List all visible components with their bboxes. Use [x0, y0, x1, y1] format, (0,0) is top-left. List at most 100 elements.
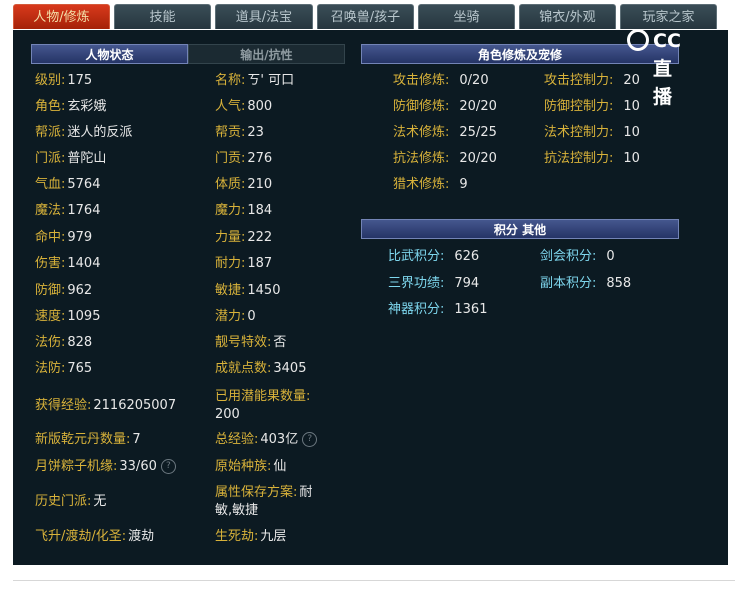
- points-pvp: 比武积分: 626: [388, 248, 479, 266]
- logo-text: CC直播: [653, 30, 681, 108]
- label: 神器积分:: [388, 302, 445, 317]
- value: 耐: [299, 485, 313, 500]
- value: 794: [454, 276, 480, 291]
- stat-school: 门派: 普陀山: [35, 150, 106, 168]
- stat-vanity-effect: 靓号特效: 否: [215, 334, 286, 352]
- value: 33/60: [119, 459, 157, 474]
- cultivation-magic-resist: 抗法修炼: 20/20: [393, 150, 497, 168]
- value: 1361: [454, 302, 488, 317]
- label: 帮贡:: [215, 125, 246, 140]
- label: 攻击修炼:: [393, 73, 450, 88]
- stat-attribute-scheme: 属性保存方案: 耐: [215, 484, 312, 502]
- tab-summons-children[interactable]: 召唤兽/孩子: [317, 4, 414, 29]
- value: 276: [247, 151, 273, 166]
- tab-character-cultivation[interactable]: 人物/修炼: [13, 4, 110, 29]
- label: 人气:: [215, 99, 246, 114]
- points-sword-meet: 剑会积分: 0: [540, 248, 615, 266]
- cultivation-magic: 法术修炼: 25/25: [393, 124, 497, 142]
- label: 成就点数:: [215, 361, 272, 376]
- value: 迷人的反派: [67, 125, 133, 140]
- cultivation-defense: 防御修炼: 20/20: [393, 98, 497, 116]
- header-character-status[interactable]: 人物状态: [31, 44, 188, 64]
- points-dungeon: 副本积分: 858: [540, 275, 631, 293]
- points-merit: 三界功绩: 794: [388, 275, 479, 293]
- tab-skills[interactable]: 技能: [114, 4, 211, 29]
- stat-popularity: 人气: 800: [215, 98, 272, 116]
- label: 耐力:: [215, 256, 246, 271]
- stat-potential-fruit: 已用潜能果数量:: [215, 388, 310, 406]
- label: 法术控制力:: [544, 125, 614, 140]
- label: 法术修炼:: [393, 125, 450, 140]
- value: 222: [247, 230, 273, 245]
- label: 抗法控制力:: [544, 151, 614, 166]
- cultivation-attack: 攻击修炼: 0/20: [393, 72, 489, 90]
- stat-level: 级别: 175: [35, 72, 92, 90]
- control-magic-resist: 抗法控制力: 10: [544, 150, 640, 168]
- label: 名称:: [215, 73, 246, 88]
- value: 无: [93, 494, 107, 509]
- label: 靓号特效:: [215, 335, 272, 350]
- label: 防御控制力:: [544, 99, 614, 114]
- label: 潜力:: [215, 309, 246, 324]
- stat-potential: 潜力: 0: [215, 308, 256, 326]
- control-defense: 防御控制力: 10: [544, 98, 640, 116]
- label: 帮派:: [35, 125, 66, 140]
- stat-damage: 伤害: 1404: [35, 255, 100, 273]
- label: 飞升/渡劫/化圣:: [35, 529, 127, 544]
- value: 20/20: [459, 151, 497, 166]
- stat-endurance: 耐力: 187: [215, 255, 272, 273]
- tab-items-treasures[interactable]: 道具/法宝: [215, 4, 313, 29]
- stat-school-contribution: 门贡: 276: [215, 150, 272, 168]
- value: 765: [67, 361, 93, 376]
- label: 防御:: [35, 283, 66, 298]
- value: 0/20: [459, 73, 489, 88]
- tab-mounts[interactable]: 坐骑: [418, 4, 515, 29]
- header-output-resistance[interactable]: 输出/抗性: [188, 44, 345, 64]
- help-icon[interactable]: ?: [160, 459, 176, 474]
- label: 法防:: [35, 361, 66, 376]
- label: 已用潜能果数量:: [215, 389, 311, 404]
- value: 626: [454, 249, 480, 264]
- tab-outfits-appearance[interactable]: 锦衣/外观: [519, 4, 616, 29]
- value: 敏,敏捷: [215, 503, 259, 518]
- label: 副本积分:: [540, 276, 597, 291]
- value: 1404: [67, 256, 101, 271]
- value: 210: [247, 177, 273, 192]
- value: 1450: [247, 283, 281, 298]
- label: 比武积分:: [388, 249, 445, 264]
- value: 184: [247, 203, 273, 218]
- label: 剑会积分:: [540, 249, 597, 264]
- stat-qianyuandan: 新版乾元丹数量: 7: [35, 431, 141, 449]
- label: 防御修炼:: [393, 99, 450, 114]
- value: 187: [247, 256, 273, 271]
- stat-constitution: 体质: 210: [215, 176, 272, 194]
- value: 9: [459, 177, 468, 192]
- label: 三界功绩:: [388, 276, 445, 291]
- label: 级别:: [35, 73, 66, 88]
- label: 命中:: [35, 230, 66, 245]
- value: 3405: [273, 361, 307, 376]
- value: 仙: [273, 459, 287, 474]
- stat-hit: 命中: 979: [35, 229, 92, 247]
- stat-agility: 敏捷: 1450: [215, 282, 280, 300]
- stat-achievement-points: 成就点数: 3405: [215, 360, 306, 378]
- header-points-other: 积分 其他: [361, 219, 679, 239]
- stat-defense: 防御: 962: [35, 282, 92, 300]
- value: 20/20: [459, 99, 497, 114]
- label: 抗法修炼:: [393, 151, 450, 166]
- help-icon[interactable]: ?: [302, 432, 318, 447]
- label: 体质:: [215, 177, 246, 192]
- value: 10: [623, 125, 640, 140]
- label: 魔力:: [215, 203, 246, 218]
- label: 法伤:: [35, 335, 66, 350]
- label: 原始种族:: [215, 459, 272, 474]
- value: 403亿: [260, 432, 299, 447]
- value: 1095: [67, 309, 101, 324]
- stat-guild-contribution: 帮贡: 23: [215, 124, 264, 142]
- value: 800: [247, 99, 273, 114]
- stat-original-race: 原始种族: 仙: [215, 458, 286, 476]
- label: 伤害:: [35, 256, 66, 271]
- label: 猎术修炼:: [393, 177, 450, 192]
- label: 魔法:: [35, 203, 66, 218]
- tab-player-home[interactable]: 玩家之家: [620, 4, 717, 29]
